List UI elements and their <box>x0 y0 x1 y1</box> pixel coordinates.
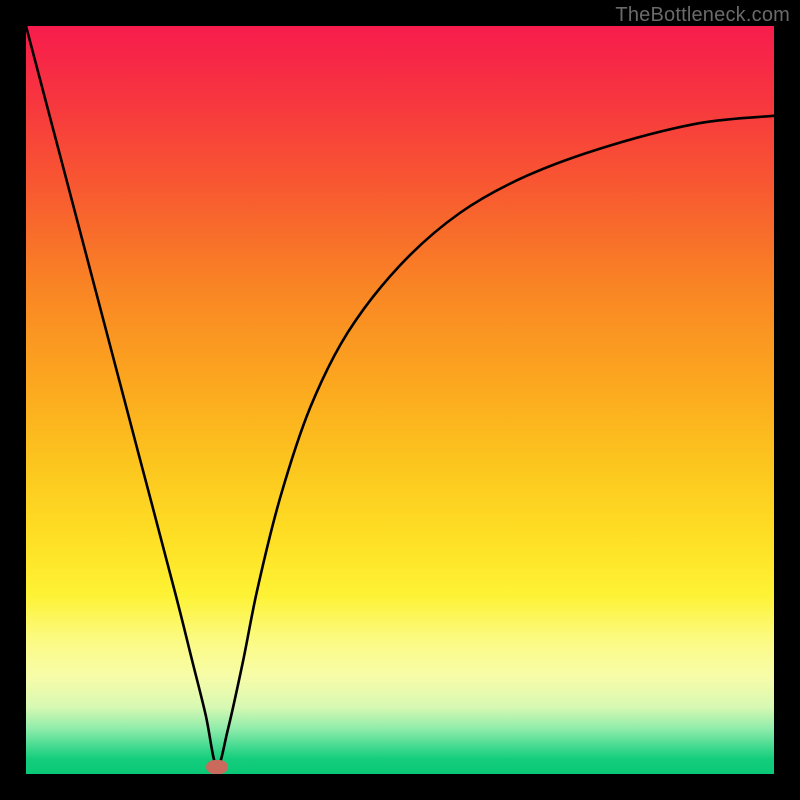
curve-path <box>26 26 774 767</box>
bottleneck-curve <box>26 26 774 774</box>
optimal-point-marker <box>206 760 228 774</box>
chart-plot-area <box>26 26 774 774</box>
watermark-text: TheBottleneck.com <box>615 4 790 27</box>
